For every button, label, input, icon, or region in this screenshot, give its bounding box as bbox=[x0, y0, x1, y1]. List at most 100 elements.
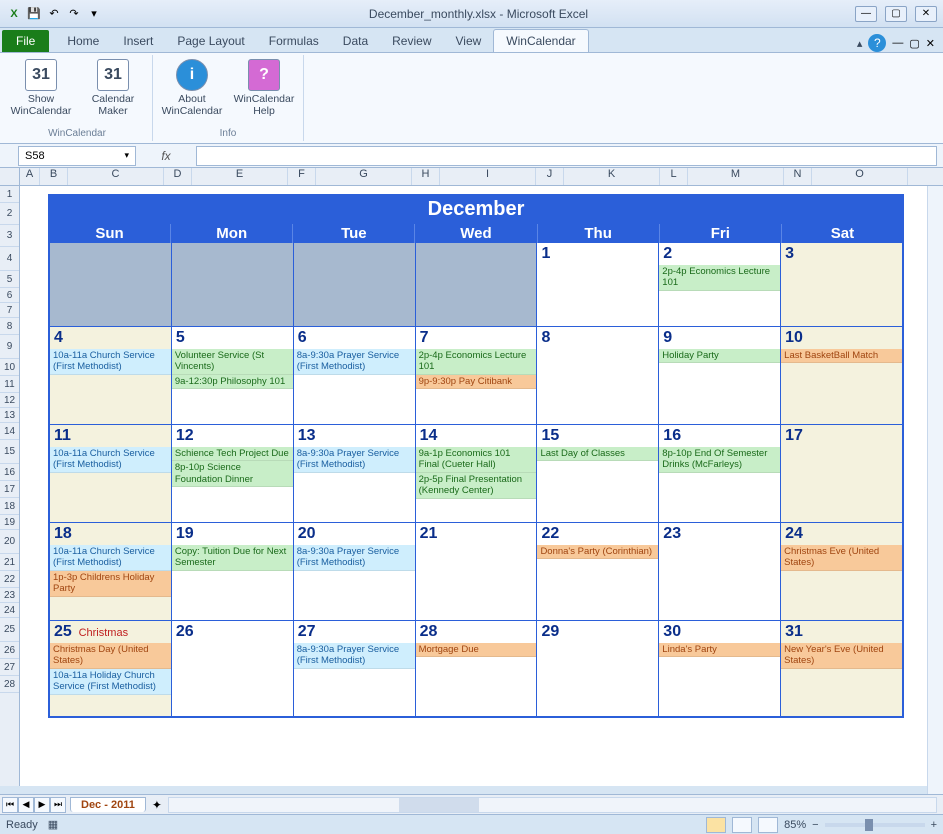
calendar-day[interactable]: 3 bbox=[781, 243, 903, 327]
undo-icon[interactable]: ↶ bbox=[46, 6, 62, 22]
calendar-event[interactable]: 8a-9:30a Prayer Service (First Methodist… bbox=[294, 545, 415, 571]
calendar-event[interactable]: 9p-9:30p Pay Citibank bbox=[416, 375, 537, 389]
file-tab[interactable]: File bbox=[2, 30, 49, 52]
row-header[interactable]: 2 bbox=[0, 203, 19, 225]
row-header[interactable]: 8 bbox=[0, 318, 19, 335]
row-header[interactable]: 1 bbox=[0, 186, 19, 203]
calendar-event[interactable]: Holiday Party bbox=[659, 349, 780, 363]
calendar-event[interactable]: 8p-10p Science Foundation Dinner bbox=[172, 461, 293, 487]
doc-restore-icon[interactable]: ▢ bbox=[909, 37, 919, 50]
calendar-day[interactable]: 410a-11a Church Service (First Methodist… bbox=[49, 327, 172, 425]
calendar-event[interactable]: Christmas Eve (United States) bbox=[781, 545, 902, 571]
name-box-dropdown-icon[interactable]: ▾ bbox=[124, 150, 129, 161]
row-header[interactable]: 7 bbox=[0, 303, 19, 318]
calendar-day[interactable] bbox=[49, 243, 172, 327]
calendar-event[interactable]: New Year's Eve (United States) bbox=[781, 643, 902, 669]
column-header[interactable]: M bbox=[688, 168, 784, 185]
row-header[interactable]: 24 bbox=[0, 603, 19, 618]
column-header[interactable]: G bbox=[316, 168, 412, 185]
calendar-day[interactable]: 26 bbox=[172, 621, 294, 717]
row-header[interactable]: 10 bbox=[0, 359, 19, 376]
new-sheet-icon[interactable]: ✦ bbox=[152, 798, 162, 812]
ribbon-minimize-icon[interactable]: ▴ bbox=[857, 37, 863, 50]
calendar-day[interactable]: 29 bbox=[537, 621, 659, 717]
calendar-day[interactable]: 168p-10p End Of Semester Drinks (McFarle… bbox=[659, 425, 781, 523]
calendar-event[interactable]: Donna's Party (Corinthian) bbox=[537, 545, 658, 559]
fx-label[interactable]: fx bbox=[136, 149, 196, 163]
worksheet-grid[interactable]: 1234567891011121314151617181920212223242… bbox=[0, 186, 943, 786]
calendar-day[interactable]: 138a-9:30a Prayer Service (First Methodi… bbox=[294, 425, 416, 523]
row-header[interactable]: 6 bbox=[0, 288, 19, 303]
calendar-event[interactable]: 9a-12:30p Philosophy 101 bbox=[172, 375, 293, 389]
column-header[interactable]: O bbox=[812, 168, 908, 185]
minimize-button[interactable]: — bbox=[855, 6, 877, 22]
sheet-nav-last-icon[interactable]: ⏭ bbox=[50, 797, 66, 813]
qat-dropdown-icon[interactable]: ▾ bbox=[86, 6, 102, 22]
tab-home[interactable]: Home bbox=[55, 30, 111, 52]
row-header[interactable]: 23 bbox=[0, 588, 19, 603]
row-header[interactable]: 16 bbox=[0, 464, 19, 481]
calendar-event[interactable]: 8a-9:30a Prayer Service (First Methodist… bbox=[294, 447, 415, 473]
calendar-event[interactable]: 2p-5p Final Presentation (Kennedy Center… bbox=[416, 473, 537, 499]
zoom-out-icon[interactable]: − bbox=[812, 819, 818, 831]
row-header[interactable]: 27 bbox=[0, 659, 19, 676]
tab-formulas[interactable]: Formulas bbox=[257, 30, 331, 52]
column-header[interactable]: F bbox=[288, 168, 316, 185]
calendar-day[interactable]: 24Christmas Eve (United States) bbox=[781, 523, 903, 621]
calendar-event[interactable]: 10a-11a Church Service (First Methodist) bbox=[50, 545, 171, 571]
vertical-scrollbar[interactable] bbox=[927, 186, 943, 794]
calendar-day[interactable]: 9Holiday Party bbox=[659, 327, 781, 425]
calendar-event[interactable]: Last Day of Classes bbox=[537, 447, 658, 461]
calendar-day[interactable]: 68a-9:30a Prayer Service (First Methodis… bbox=[294, 327, 416, 425]
row-header[interactable]: 4 bbox=[0, 247, 19, 271]
column-header[interactable]: C bbox=[68, 168, 164, 185]
column-header[interactable]: N bbox=[784, 168, 812, 185]
column-header[interactable]: J bbox=[536, 168, 564, 185]
close-button[interactable]: ✕ bbox=[915, 6, 937, 22]
row-header[interactable]: 14 bbox=[0, 423, 19, 440]
column-header[interactable]: K bbox=[564, 168, 660, 185]
calendar-day[interactable]: 17 bbox=[781, 425, 903, 523]
calendar-day[interactable]: 12Schience Tech Project Due8p-10p Scienc… bbox=[172, 425, 294, 523]
ribbon-button-wincalendar-help[interactable]: ?WinCalendar Help bbox=[233, 57, 295, 126]
column-header[interactable]: B bbox=[40, 168, 68, 185]
sheet-nav-prev-icon[interactable]: ◀ bbox=[18, 797, 34, 813]
calendar-event[interactable]: 2p-4p Economics Lecture 101 bbox=[659, 265, 780, 291]
row-header[interactable]: 20 bbox=[0, 530, 19, 554]
row-header[interactable]: 21 bbox=[0, 554, 19, 571]
row-header[interactable]: 5 bbox=[0, 271, 19, 288]
zoom-level[interactable]: 85% bbox=[784, 819, 806, 831]
calendar-event[interactable]: 8a-9:30a Prayer Service (First Methodist… bbox=[294, 643, 415, 669]
calendar-day[interactable]: 25 ChristmasChristmas Day (United States… bbox=[49, 621, 172, 717]
tab-insert[interactable]: Insert bbox=[111, 30, 165, 52]
row-header[interactable]: 11 bbox=[0, 376, 19, 393]
zoom-in-icon[interactable]: + bbox=[931, 819, 937, 831]
calendar-event[interactable]: Last BasketBall Match bbox=[781, 349, 902, 363]
tab-data[interactable]: Data bbox=[331, 30, 380, 52]
calendar-event[interactable]: 10a-11a Holiday Church Service (First Me… bbox=[50, 669, 171, 695]
column-header[interactable]: L bbox=[660, 168, 688, 185]
horizontal-scrollbar[interactable] bbox=[168, 797, 937, 813]
tab-view[interactable]: View bbox=[444, 30, 494, 52]
calendar-day[interactable]: 1110a-11a Church Service (First Methodis… bbox=[49, 425, 172, 523]
calendar-event[interactable]: Schience Tech Project Due bbox=[172, 447, 293, 461]
calendar-event[interactable]: 1p-3p Childrens Holiday Party bbox=[50, 571, 171, 597]
ribbon-button-about-wincalendar[interactable]: iAbout WinCalendar bbox=[161, 57, 223, 126]
calendar-day[interactable]: 1 bbox=[537, 243, 659, 327]
maximize-button[interactable]: ▢ bbox=[885, 6, 907, 22]
calendar-day[interactable]: 28Mortgage Due bbox=[416, 621, 538, 717]
calendar-event[interactable]: Christmas Day (United States) bbox=[50, 643, 171, 669]
calendar-event[interactable]: Volunteer Service (St Vincents) bbox=[172, 349, 293, 375]
calendar-day[interactable]: 22Donna's Party (Corinthian) bbox=[537, 523, 659, 621]
tab-page-layout[interactable]: Page Layout bbox=[165, 30, 256, 52]
select-all-corner[interactable] bbox=[0, 168, 20, 185]
calendar-event[interactable]: Copy: Tuition Due for Next Semester bbox=[172, 545, 293, 571]
calendar-day[interactable] bbox=[416, 243, 538, 327]
name-box[interactable]: S58 ▾ bbox=[18, 146, 136, 166]
calendar-day[interactable]: 21 bbox=[416, 523, 538, 621]
redo-icon[interactable]: ↷ bbox=[66, 6, 82, 22]
calendar-event[interactable]: Mortgage Due bbox=[416, 643, 537, 657]
calendar-day[interactable]: 30Linda's Party bbox=[659, 621, 781, 717]
calendar-day[interactable]: 10Last BasketBall Match bbox=[781, 327, 903, 425]
row-header[interactable]: 17 bbox=[0, 481, 19, 498]
